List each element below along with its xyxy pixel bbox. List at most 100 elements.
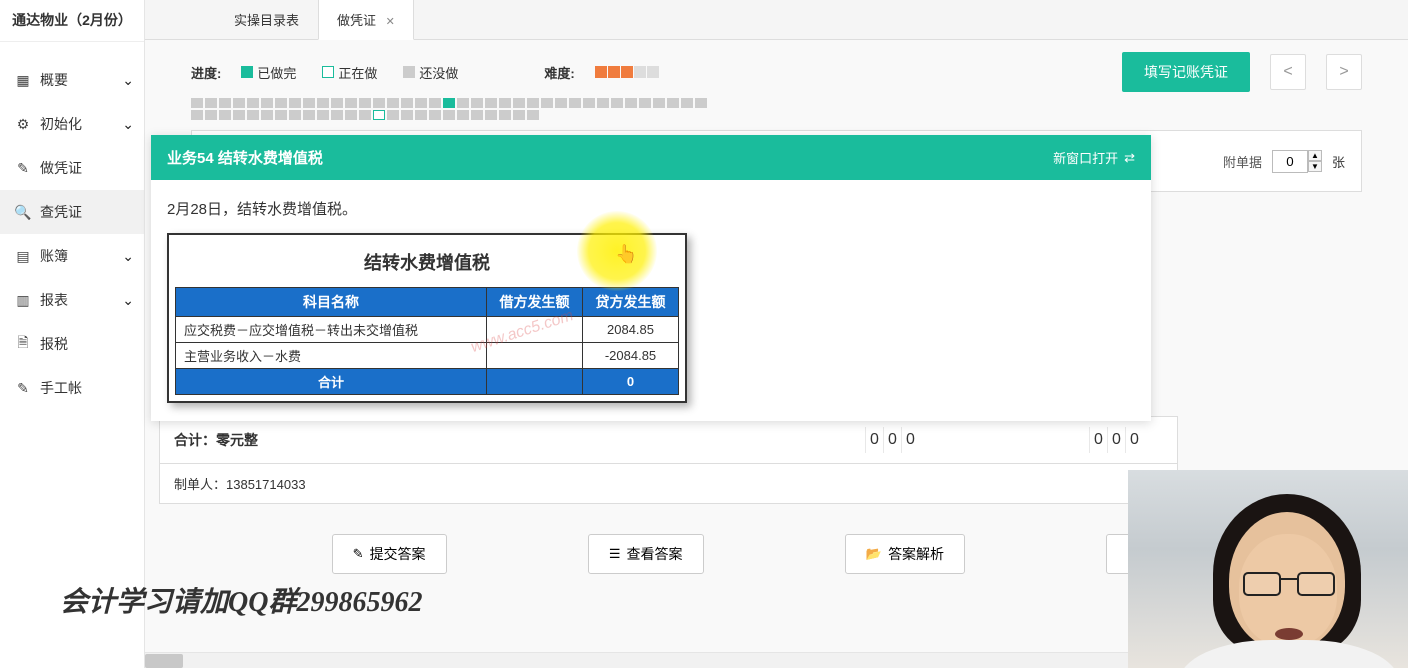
progress-cell[interactable]: [387, 110, 399, 120]
person-silhouette: [1183, 498, 1393, 668]
progress-cell[interactable]: [541, 98, 553, 108]
attachment-input[interactable]: [1272, 150, 1308, 173]
progress-cell[interactable]: [345, 110, 357, 120]
table-cell: 合计: [176, 369, 487, 395]
next-button[interactable]: >: [1326, 54, 1362, 90]
progress-cell[interactable]: [443, 98, 455, 108]
progress-cell[interactable]: [233, 98, 245, 108]
progress-cell[interactable]: [499, 98, 511, 108]
progress-cell[interactable]: [317, 110, 329, 120]
tab-voucher[interactable]: 做凭证 ✕: [318, 0, 414, 40]
sidebar-item-manual[interactable]: ✎ 手工帐: [0, 366, 144, 410]
progress-cell[interactable]: [275, 98, 287, 108]
progress-cell[interactable]: [359, 98, 371, 108]
progress-cell[interactable]: [653, 98, 665, 108]
progress-cell[interactable]: [443, 110, 455, 120]
scrollbar-thumb[interactable]: [145, 654, 183, 668]
progress-cell[interactable]: [219, 110, 231, 120]
progress-cell[interactable]: [303, 110, 315, 120]
progress-cell[interactable]: [359, 110, 371, 120]
progress-cell[interactable]: [191, 110, 203, 120]
tab-catalog[interactable]: 实操目录表: [215, 0, 318, 39]
progress-cell[interactable]: [429, 98, 441, 108]
table-row: 应交税费－应交增值税－转出未交增值税 2084.85: [176, 317, 679, 343]
progress-cell[interactable]: [611, 98, 623, 108]
progress-cell[interactable]: [401, 110, 413, 120]
progress-cell[interactable]: [681, 98, 693, 108]
progress-cell[interactable]: [387, 98, 399, 108]
progress-cell[interactable]: [331, 110, 343, 120]
progress-cell[interactable]: [667, 98, 679, 108]
digit-cell: 0: [901, 427, 919, 453]
progress-cell[interactable]: [457, 98, 469, 108]
progress-cell[interactable]: [415, 98, 427, 108]
close-icon[interactable]: ✕: [386, 16, 395, 28]
progress-cell[interactable]: [205, 110, 217, 120]
progress-cell[interactable]: [275, 110, 287, 120]
task-table-title: 结转水费增值税: [175, 241, 679, 287]
task-body: 2月28日，结转水费增值税。 结转水费增值税 科目名称 借方发生额 贷方发生额 …: [151, 180, 1151, 421]
sidebar-item-check-voucher[interactable]: 🔍 查凭证: [0, 190, 144, 234]
tabs: 实操目录表 做凭证 ✕: [145, 0, 1408, 40]
progress-cell[interactable]: [247, 110, 259, 120]
progress-cell[interactable]: [345, 98, 357, 108]
sidebar-item-ledger[interactable]: ▤ 账簿 ⌄: [0, 234, 144, 278]
progress-cell[interactable]: [415, 110, 427, 120]
progress-cell[interactable]: [639, 98, 651, 108]
stepper-up[interactable]: ▲: [1308, 150, 1322, 161]
progress-cell[interactable]: [513, 110, 525, 120]
sidebar-item-init[interactable]: ⚙ 初始化 ⌄: [0, 102, 144, 146]
progress-cell[interactable]: [625, 98, 637, 108]
progress-cell[interactable]: [233, 110, 245, 120]
progress-cell[interactable]: [457, 110, 469, 120]
progress-cell[interactable]: [695, 98, 707, 108]
maker-value: 13851714033: [226, 477, 306, 492]
progress-cell[interactable]: [205, 98, 217, 108]
progress-cell[interactable]: [499, 110, 511, 120]
progress-cell[interactable]: [429, 110, 441, 120]
progress-cell[interactable]: [373, 110, 385, 120]
progress-cell[interactable]: [569, 98, 581, 108]
open-new-window-button[interactable]: 新窗口打开 ⇄: [1053, 148, 1135, 167]
credit-total-cells: 0 0 0: [1089, 427, 1143, 453]
sidebar-item-voucher[interactable]: ✎ 做凭证: [0, 146, 144, 190]
legend-not: 还没做: [403, 63, 458, 82]
sidebar-item-overview[interactable]: ▦ 概要 ⌄: [0, 58, 144, 102]
answer-analysis-button[interactable]: 📂答案解析: [845, 534, 965, 574]
prev-button[interactable]: <: [1270, 54, 1306, 90]
submit-answer-button[interactable]: ✎提交答案: [332, 534, 447, 574]
progress-cell[interactable]: [261, 98, 273, 108]
progress-cell[interactable]: [289, 98, 301, 108]
table-cell: [487, 369, 583, 395]
progress-cell[interactable]: [261, 110, 273, 120]
progress-cell[interactable]: [485, 110, 497, 120]
progress-cell[interactable]: [471, 110, 483, 120]
overlay-promo-text: 会计学习请加QQ群299865962: [60, 580, 422, 620]
progress-cell[interactable]: [373, 98, 385, 108]
progress-cell[interactable]: [597, 98, 609, 108]
progress-cell[interactable]: [247, 98, 259, 108]
stepper-down[interactable]: ▼: [1308, 161, 1322, 172]
progress-cell[interactable]: [513, 98, 525, 108]
fill-voucher-button[interactable]: 填写记账凭证: [1122, 52, 1250, 92]
progress-cell[interactable]: [485, 98, 497, 108]
progress-cell[interactable]: [583, 98, 595, 108]
attachment-stepper[interactable]: ▲▼: [1308, 150, 1322, 172]
view-answer-button[interactable]: ☰查看答案: [588, 534, 704, 574]
progress-cell[interactable]: [303, 98, 315, 108]
progress-cell[interactable]: [219, 98, 231, 108]
progress-cell[interactable]: [471, 98, 483, 108]
pen-icon: ✎: [14, 379, 32, 397]
progress-cell[interactable]: [317, 98, 329, 108]
sidebar-item-tax[interactable]: 🗎 报税: [0, 322, 144, 366]
progress-cell[interactable]: [289, 110, 301, 120]
sidebar-item-report[interactable]: ▥ 报表 ⌄: [0, 278, 144, 322]
table-total-row: 合计 0: [176, 369, 679, 395]
progress-cell[interactable]: [331, 98, 343, 108]
progress-cell[interactable]: [527, 110, 539, 120]
progress-cell[interactable]: [527, 98, 539, 108]
progress-cell[interactable]: [555, 98, 567, 108]
progress-cell[interactable]: [401, 98, 413, 108]
star-icon: [608, 66, 620, 78]
progress-cell[interactable]: [191, 98, 203, 108]
